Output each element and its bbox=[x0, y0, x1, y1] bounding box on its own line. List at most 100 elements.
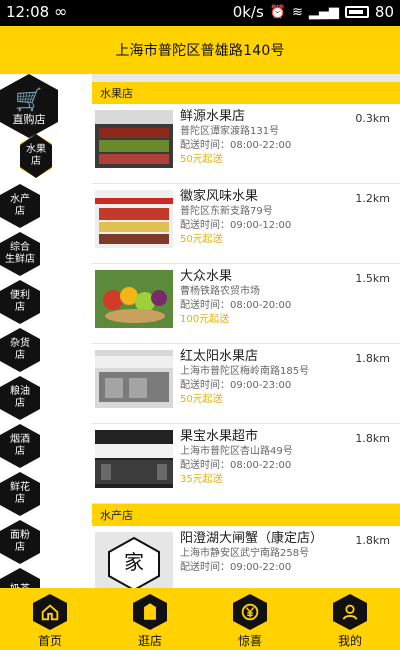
sidebar-item-convenience[interactable]: 便利 店 bbox=[0, 280, 40, 324]
shop-icon bbox=[133, 594, 167, 630]
sidebar-item-label: 综合 bbox=[10, 242, 30, 253]
user-icon bbox=[333, 594, 367, 630]
store-address: 普陀区东新支路79号 bbox=[180, 206, 273, 217]
store-name: 鲜源水果店 bbox=[180, 109, 246, 124]
store-min-order: 35元起送 bbox=[180, 474, 223, 485]
store-address: 上海市静安区武宁南路258号 bbox=[180, 548, 310, 559]
status-time: 12:08 bbox=[6, 3, 50, 21]
battery-level: 80 bbox=[374, 3, 394, 21]
store-photo bbox=[95, 430, 173, 488]
store-hours: 配送时间：08:00-20:00 bbox=[180, 300, 292, 311]
sidebar-item-liquor[interactable]: 烟酒 店 bbox=[0, 424, 40, 468]
section-header-fruit: 水果店 bbox=[92, 82, 400, 104]
status-bar: 12:08 ∞ 0k/s ⏰ ≋ ▂▄▆ 80 bbox=[0, 0, 400, 26]
sidebar-item-label: 店 bbox=[15, 542, 25, 553]
sidebar-item-label: 店 bbox=[15, 494, 25, 505]
section-header-seafood: 水产店 bbox=[92, 504, 400, 526]
store-item[interactable]: 鲜源水果店 普陀区谭家渡路131号 配送时间：08:00-22:00 50元起送… bbox=[92, 104, 400, 184]
store-hours: 配送时间：09:00-22:00 bbox=[180, 562, 292, 573]
store-logo-char: 家 bbox=[124, 550, 144, 574]
store-distance: 1.8km bbox=[355, 534, 390, 547]
net-speed: 0k/s bbox=[232, 3, 264, 21]
sidebar-item-label: 生鲜店 bbox=[5, 254, 35, 265]
sidebar-item-label: 杂货 bbox=[10, 338, 30, 349]
store-photo bbox=[95, 270, 173, 328]
store-hours: 配送时间：08:00-22:00 bbox=[180, 140, 292, 151]
sidebar-item-grocery[interactable]: 杂货 店 bbox=[0, 328, 40, 372]
store-min-order: 100元起送 bbox=[180, 314, 230, 325]
store-hours: 配送时间：09:00-23:00 bbox=[180, 380, 292, 391]
sidebar-item-label: 店 bbox=[15, 446, 25, 457]
store-photo: 家 bbox=[95, 532, 173, 588]
bottom-nav: 首页 逛店 惊喜 我的 bbox=[0, 588, 400, 650]
store-info: 阳澄湖大闸蟹（康定店） 上海市静安区武宁南路258号 配送时间：09:00-22… bbox=[180, 530, 360, 575]
store-address: 普陀区谭家渡路131号 bbox=[180, 126, 280, 137]
infinity-icon: ∞ bbox=[54, 2, 68, 21]
store-info: 红太阳水果店 上海市普陀区梅岭南路185号 配送时间：09:00-23:00 5… bbox=[180, 348, 360, 407]
store-address: 上海市普陀区杏山路49号 bbox=[180, 446, 293, 457]
nav-mine-label: 我的 bbox=[337, 634, 362, 648]
store-min-order: 50元起送 bbox=[180, 234, 223, 245]
direct-buy-store-button[interactable]: 🛒 直购店 bbox=[0, 74, 58, 138]
sidebar-item-label: 便利 bbox=[10, 290, 30, 301]
nav-surprise-label: 惊喜 bbox=[237, 634, 262, 648]
battery-icon bbox=[344, 6, 369, 18]
store-address: 上海市普陀区梅岭南路185号 bbox=[180, 366, 310, 377]
store-photo bbox=[95, 110, 173, 168]
signal-icon: ▂▄▆ bbox=[308, 4, 339, 20]
sidebar-item-fruit[interactable]: 水果店 bbox=[20, 134, 52, 178]
nav-home[interactable]: 首页 bbox=[0, 588, 100, 650]
sidebar-item-label: 水产 bbox=[10, 194, 30, 205]
sidebar-item-label: 鲜花 bbox=[10, 482, 30, 493]
nav-home-label: 首页 bbox=[37, 634, 62, 648]
sidebar-item-grain-oil[interactable]: 粮油 店 bbox=[0, 376, 40, 420]
alarm-icon: ⏰ bbox=[269, 4, 286, 20]
sidebar-item-flowers[interactable]: 鲜花 店 bbox=[0, 472, 40, 516]
store-info: 大众水果 曹杨铁路农贸市场 配送时间：08:00-20:00 100元起送 bbox=[180, 268, 360, 327]
sidebar-item-label: 水果店 bbox=[26, 144, 46, 167]
app-screen: 12:08 ∞ 0k/s ⏰ ≋ ▂▄▆ 80 上海市普陀区普雄路140号 🛒 … bbox=[0, 0, 400, 650]
store-item[interactable]: 红太阳水果店 上海市普陀区梅岭南路185号 配送时间：09:00-23:00 5… bbox=[92, 344, 400, 424]
nav-shop[interactable]: 逛店 bbox=[100, 588, 200, 650]
home-icon bbox=[33, 594, 67, 630]
store-item[interactable]: 果宝水果超市 上海市普陀区杏山路49号 配送时间：08:00-22:00 35元… bbox=[92, 424, 400, 504]
store-distance: 0.3km bbox=[355, 112, 390, 125]
category-sidebar: 🛒 直购店 水果店 水产 店 综合 生鲜店 便利 店 杂货 店 粮油 店 烟酒 bbox=[0, 74, 92, 588]
nav-shop-label: 逛店 bbox=[137, 634, 162, 648]
sidebar-item-seafood[interactable]: 水产 店 bbox=[0, 184, 40, 228]
status-right: 0k/s ⏰ ≋ ▂▄▆ 80 bbox=[233, 3, 394, 21]
sidebar-item-label: 烟酒 bbox=[10, 434, 30, 445]
sidebar-item-label: 店 bbox=[15, 398, 25, 409]
sidebar-item-flour[interactable]: 面粉 店 bbox=[0, 520, 40, 564]
store-hours: 配送时间：09:00-12:00 bbox=[180, 220, 292, 231]
cart-icon: 🛒 bbox=[15, 88, 43, 113]
nav-surprise[interactable]: 惊喜 bbox=[200, 588, 300, 650]
store-photo bbox=[95, 350, 173, 408]
nav-mine[interactable]: 我的 bbox=[300, 588, 400, 650]
location-title[interactable]: 上海市普陀区普雄路140号 bbox=[115, 40, 284, 60]
store-name: 大众水果 bbox=[180, 269, 233, 284]
store-min-order: 50元起送 bbox=[180, 154, 223, 165]
sidebar-item-milk-tea[interactable]: 奶茶 bbox=[0, 568, 40, 588]
store-name: 阳澄湖大闸蟹（康定店） bbox=[180, 531, 324, 546]
sidebar-item-label: 粮油 bbox=[10, 386, 30, 397]
direct-buy-label: 直购店 bbox=[12, 113, 46, 126]
store-list[interactable]: 水果店 鲜源水果店 普陀区谭家渡路131号 配送时间：08:00-22:00 5… bbox=[92, 82, 400, 588]
sidebar-item-fresh[interactable]: 综合 生鲜店 bbox=[0, 232, 40, 276]
store-item[interactable]: 徽家风味水果 普陀区东新支路79号 配送时间：09:00-12:00 50元起送… bbox=[92, 184, 400, 264]
store-item[interactable]: 家 阳澄湖大闸蟹（康定店） 上海市静安区武宁南路258号 配送时间：09:00-… bbox=[92, 526, 400, 588]
store-info: 徽家风味水果 普陀区东新支路79号 配送时间：09:00-12:00 50元起送 bbox=[180, 188, 360, 247]
store-item[interactable]: 大众水果 曹杨铁路农贸市场 配送时间：08:00-20:00 100元起送 1.… bbox=[92, 264, 400, 344]
store-info: 鲜源水果店 普陀区谭家渡路131号 配送时间：08:00-22:00 50元起送 bbox=[180, 108, 360, 167]
header-bar: 上海市普陀区普雄路140号 bbox=[0, 26, 400, 74]
store-name: 果宝水果超市 bbox=[180, 429, 259, 444]
wifi-icon: ≋ bbox=[292, 4, 303, 20]
store-distance: 1.2km bbox=[355, 192, 390, 205]
store-name: 红太阳水果店 bbox=[180, 349, 259, 364]
store-address: 曹杨铁路农贸市场 bbox=[180, 286, 260, 297]
store-distance: 1.8km bbox=[355, 432, 390, 445]
store-photo bbox=[95, 190, 173, 248]
sidebar-item-label: 店 bbox=[15, 206, 25, 217]
store-hours: 配送时间：08:00-22:00 bbox=[180, 460, 292, 471]
yen-icon bbox=[233, 594, 267, 630]
